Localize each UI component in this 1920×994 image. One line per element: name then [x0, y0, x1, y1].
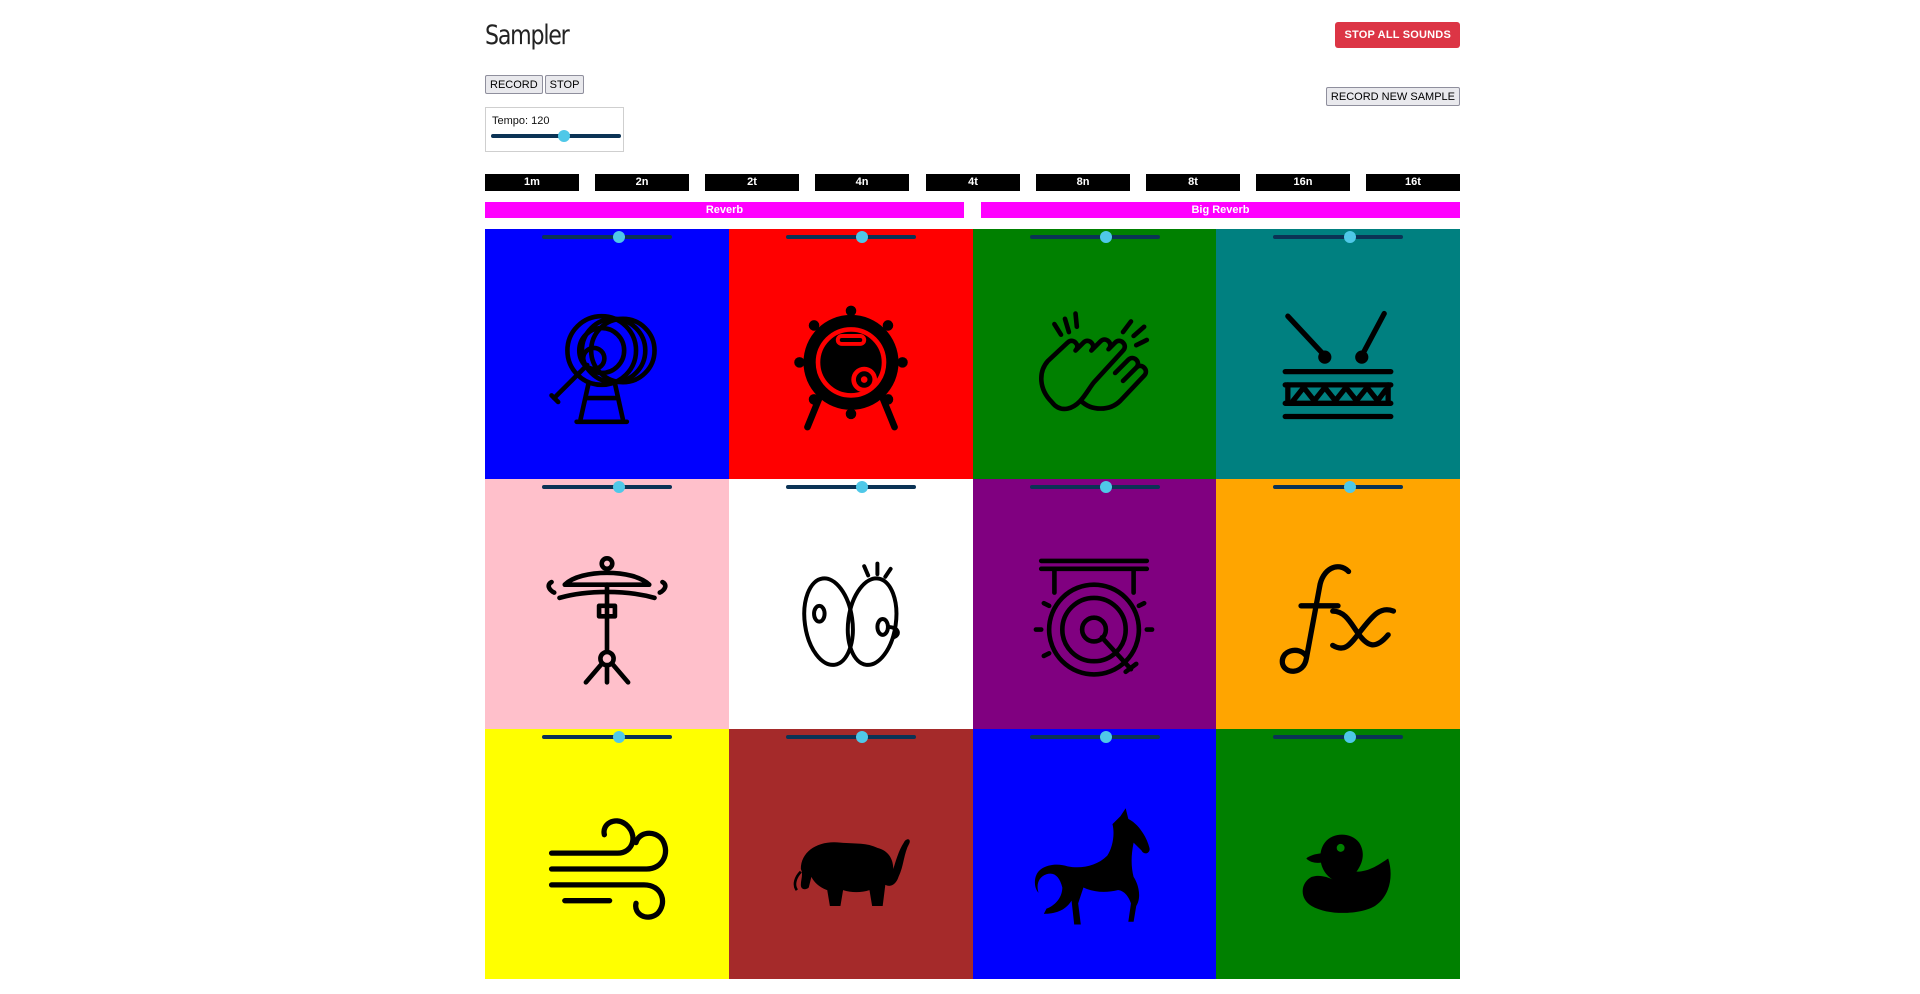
- pad-volume-slider-thumb[interactable]: [1343, 231, 1356, 243]
- recorder-controls: RECORD STOP: [485, 75, 585, 94]
- pad-volume-slider-thumb[interactable]: [856, 231, 869, 243]
- duck-icon: [1272, 803, 1404, 935]
- tempo-slider[interactable]: [491, 130, 621, 142]
- pad-volume-slider-thumb[interactable]: [1100, 231, 1113, 243]
- pad-volume-slider-thumb[interactable]: [856, 731, 869, 743]
- pad-volume-slider[interactable]: [542, 231, 672, 243]
- sample-pad[interactable]: [972, 479, 1217, 729]
- tempo-slider-thumb[interactable]: [557, 130, 570, 142]
- pad-volume-slider[interactable]: [542, 731, 672, 743]
- subdivision-button-16n[interactable]: 16n: [1256, 174, 1350, 191]
- pad-volume-slider-thumb[interactable]: [612, 231, 625, 243]
- pad-volume-slider-thumb[interactable]: [1343, 731, 1356, 743]
- pad-volume-slider-thumb[interactable]: [856, 481, 869, 493]
- pad-volume-slider[interactable]: [785, 231, 916, 243]
- effects-buttons: Reverb Big Reverb: [485, 202, 1460, 218]
- big-reverb-button[interactable]: Big Reverb: [981, 202, 1460, 218]
- sample-pad[interactable]: [1216, 729, 1460, 979]
- snare-drum-icon: [1272, 303, 1404, 435]
- gong-icon: [1028, 553, 1160, 685]
- horse-icon: [1028, 803, 1160, 935]
- subdivision-button-2n[interactable]: 2n: [595, 174, 689, 191]
- bass-drum-icon: [541, 303, 673, 435]
- fx-icon: [1272, 553, 1404, 685]
- record-button[interactable]: RECORD: [485, 75, 543, 94]
- sample-pad[interactable]: [1216, 479, 1460, 729]
- kick-drum-icon: [785, 303, 917, 435]
- pad-volume-slider-thumb[interactable]: [1100, 731, 1113, 743]
- record-new-sample-button[interactable]: RECORD NEW SAMPLE: [1325, 87, 1460, 106]
- sample-pad[interactable]: [1216, 229, 1460, 479]
- cymbals-icon: [785, 553, 917, 685]
- elephant-icon: [785, 803, 917, 935]
- hi-hat-icon: [541, 553, 673, 685]
- sample-pad[interactable]: [728, 229, 973, 479]
- subdivision-button-16t[interactable]: 16t: [1366, 174, 1460, 191]
- clap-icon: [1028, 303, 1160, 435]
- pad-volume-slider[interactable]: [1029, 231, 1160, 243]
- tempo-panel: Tempo: 120: [485, 107, 624, 152]
- pad-volume-slider[interactable]: [785, 481, 916, 493]
- subdivision-button-1m[interactable]: 1m: [485, 174, 579, 191]
- page-title: Sampler: [485, 20, 570, 51]
- subdivision-button-2t[interactable]: 2t: [705, 174, 799, 191]
- pad-volume-slider-thumb[interactable]: [1343, 481, 1356, 493]
- sample-pad[interactable]: [485, 229, 729, 479]
- stop-button[interactable]: STOP: [544, 75, 585, 94]
- pad-volume-slider-thumb[interactable]: [612, 731, 625, 743]
- subdivision-buttons: 1m 2n 2t 4n 4t 8n 8t 16n 16t: [485, 174, 1460, 191]
- sampler-app: Sampler STOP ALL SOUNDS RECORD STOP RECO…: [485, 0, 1460, 994]
- subdivision-button-8n[interactable]: 8n: [1036, 174, 1130, 191]
- stop-all-sounds-button[interactable]: STOP ALL SOUNDS: [1335, 22, 1460, 48]
- sample-pad[interactable]: [972, 729, 1217, 979]
- reverb-button[interactable]: Reverb: [485, 202, 964, 218]
- subdivision-button-4t[interactable]: 4t: [926, 174, 1020, 191]
- pad-grid: [485, 229, 1460, 979]
- pad-volume-slider[interactable]: [1273, 231, 1404, 243]
- sample-pad[interactable]: [485, 729, 729, 979]
- subdivision-button-4n[interactable]: 4n: [815, 174, 909, 191]
- wind-icon: [541, 803, 673, 935]
- pad-volume-slider[interactable]: [1029, 731, 1160, 743]
- pad-volume-slider[interactable]: [1029, 481, 1160, 493]
- sample-pad[interactable]: [728, 729, 973, 979]
- tempo-label: Tempo: 120: [492, 115, 550, 127]
- pad-volume-slider[interactable]: [1273, 481, 1404, 493]
- pad-volume-slider-thumb[interactable]: [612, 481, 625, 493]
- pad-volume-slider-thumb[interactable]: [1100, 481, 1113, 493]
- pad-volume-slider[interactable]: [542, 481, 672, 493]
- sample-pad[interactable]: [972, 229, 1217, 479]
- pad-volume-slider[interactable]: [785, 731, 916, 743]
- pad-volume-slider[interactable]: [1273, 731, 1404, 743]
- sample-pad[interactable]: [728, 479, 973, 729]
- sample-pad[interactable]: [485, 479, 729, 729]
- subdivision-button-8t[interactable]: 8t: [1146, 174, 1240, 191]
